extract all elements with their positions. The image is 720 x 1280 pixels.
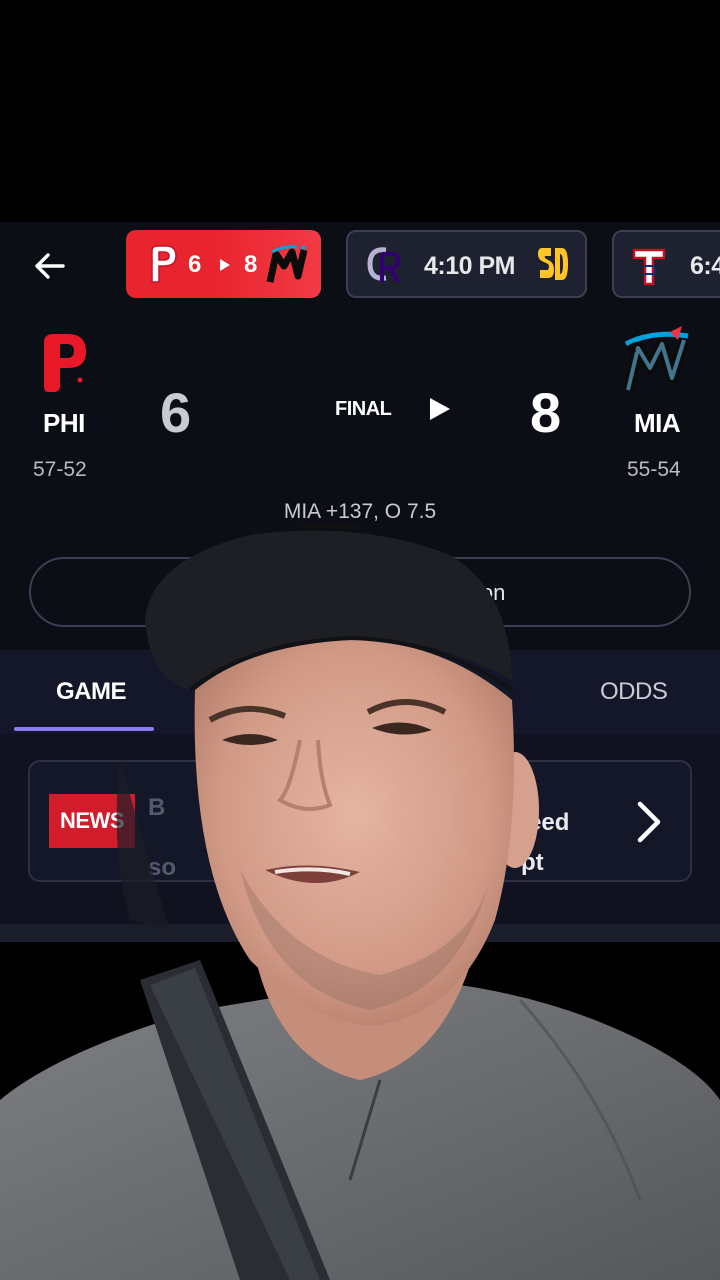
tab-odds[interactable]: ODDS bbox=[600, 678, 668, 706]
action-button[interactable]: ion bbox=[29, 557, 691, 627]
home-score: 8 bbox=[530, 381, 561, 444]
rangers-logo-icon bbox=[632, 248, 666, 286]
news-badge: NEWS bbox=[49, 794, 135, 848]
news-headline-fragment: pt bbox=[521, 849, 544, 876]
away-score: 6 bbox=[160, 381, 191, 444]
padres-logo-icon bbox=[538, 248, 568, 280]
chevron-right-icon[interactable] bbox=[630, 800, 666, 844]
news-headline-fragment: so bbox=[148, 854, 177, 881]
marlins-logo-icon bbox=[622, 326, 690, 392]
news-headline-fragment: eed bbox=[528, 809, 570, 836]
back-button[interactable] bbox=[22, 244, 76, 288]
action-button-label: ion bbox=[476, 580, 506, 605]
phillies-logo-icon bbox=[44, 334, 86, 392]
news-headline-fragment: B bbox=[148, 794, 166, 821]
rockies-logo-icon bbox=[367, 247, 401, 283]
betting-odds: MIA +137, O 7.5 bbox=[283, 500, 437, 523]
game-chip-phi-mia[interactable]: 6 8 bbox=[126, 230, 321, 298]
marlins-logo-icon bbox=[266, 242, 308, 283]
chip-game-time: 4:10 PM bbox=[424, 252, 515, 280]
play-icon bbox=[220, 259, 230, 271]
play-icon[interactable] bbox=[428, 396, 452, 422]
chip-away-score: 6 bbox=[188, 251, 202, 278]
home-team-abbr: MIA bbox=[634, 408, 681, 438]
phillies-logo-icon bbox=[151, 245, 177, 283]
chip-home-score: 8 bbox=[244, 251, 258, 278]
chip-game-time: 6:4 bbox=[690, 252, 720, 280]
game-status: FINAL bbox=[335, 398, 392, 420]
active-tab-indicator bbox=[14, 727, 154, 731]
away-team-abbr: PHI bbox=[43, 408, 85, 438]
tab-bar: GAME ODDS bbox=[0, 650, 720, 734]
away-team-record: 57-52 bbox=[33, 458, 87, 481]
back-arrow-icon bbox=[35, 253, 65, 279]
game-screen: 6 8 4:10 PM 6:4 PHI 57-52 6 FINAL 8 MIA … bbox=[0, 222, 720, 942]
divider bbox=[0, 924, 720, 942]
tab-game[interactable]: GAME bbox=[56, 678, 127, 706]
game-chip-tex[interactable]: 6:4 bbox=[612, 230, 720, 298]
home-team-record: 55-54 bbox=[627, 458, 681, 481]
game-chip-col-sd[interactable]: 4:10 PM bbox=[346, 230, 587, 298]
